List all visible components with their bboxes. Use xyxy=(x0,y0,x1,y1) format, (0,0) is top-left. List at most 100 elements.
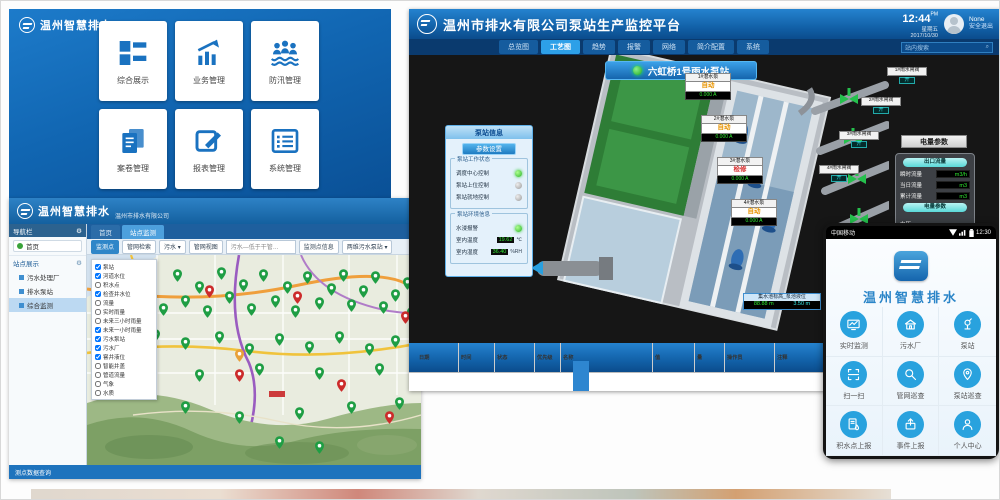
layer-row[interactable]: 未来三小时雨量 xyxy=(95,316,153,325)
layer-checkbox[interactable] xyxy=(95,300,101,306)
app-item-waterlogging-report[interactable]: 积水点上报 xyxy=(826,406,883,456)
layer-checkbox[interactable] xyxy=(95,372,101,378)
tile-label: 系统管理 xyxy=(269,163,301,174)
layer-checkbox[interactable] xyxy=(95,264,101,270)
layer-row[interactable]: 河道水位 xyxy=(95,271,153,280)
type-select[interactable]: 污水 ▾ xyxy=(159,240,186,254)
app-item-realtime-monitor[interactable]: 实时监测 xyxy=(826,307,883,357)
network-view-button[interactable]: 管网视图 xyxy=(189,240,223,254)
layer-row[interactable]: 流量 xyxy=(95,298,153,307)
scada-search-input[interactable]: 站内搜索 ⌕ xyxy=(901,42,993,53)
pump-chip-3[interactable]: 3#潜水泵 检修 0.000 A xyxy=(717,157,763,184)
valve-chip-4[interactable]: 4#雨水闸阀 开 xyxy=(819,165,859,182)
tile-label: 业务管理 xyxy=(193,75,225,86)
layer-checkbox[interactable] xyxy=(95,282,101,288)
monitor-info-button[interactable]: 监测点信息 xyxy=(299,240,339,254)
group-title: 泵站工作状态 xyxy=(455,155,492,163)
layer-row[interactable]: 积水点 xyxy=(95,280,153,289)
app-item-scan[interactable]: 扫一扫 xyxy=(826,357,883,407)
nav-tab-alarm[interactable]: 报警 xyxy=(618,40,650,54)
power-parameters-button[interactable]: 电量参数 xyxy=(901,135,967,148)
gear-icon[interactable]: ⚙ xyxy=(76,227,82,235)
layer-row[interactable]: 管道流量 xyxy=(95,370,153,379)
valve-chip-3[interactable]: 3#雨水闸阀 开 xyxy=(839,131,879,148)
condition-search-field[interactable]: 污水—低于干管… xyxy=(226,240,296,254)
layer-row[interactable]: 水质 xyxy=(95,388,153,397)
pump-chip-4[interactable]: 4#潜水泵 自动 0.000 A xyxy=(731,199,777,226)
tile-flood-management[interactable]: 防汛管理 xyxy=(251,21,319,101)
carrier-label: 中国移动 xyxy=(831,228,855,237)
station-title-pill[interactable]: 六虹桥1号雨水泵站 xyxy=(605,61,757,80)
layer-row[interactable]: 实时雨量 xyxy=(95,307,153,316)
nav-tab-overview[interactable]: 总览图 xyxy=(499,40,538,54)
layer-checkbox[interactable] xyxy=(95,309,101,315)
table-scrollbar-thumb[interactable] xyxy=(573,361,589,391)
monitor-points-button[interactable]: 监测点 xyxy=(91,240,119,254)
sidebar-item-home[interactable]: 首页 xyxy=(13,240,82,252)
gear-icon[interactable]: ⚙ xyxy=(76,259,82,267)
layer-row[interactable]: 泵站 xyxy=(95,262,153,271)
app-item-personal-center[interactable]: 个人中心 xyxy=(939,406,996,456)
tree-item-pump-station[interactable]: 排水泵站 xyxy=(9,284,86,298)
valve-chip-1[interactable]: 1#雨水闸阀 开 xyxy=(887,67,927,84)
network-search-button[interactable]: 管网检索 xyxy=(122,240,156,254)
map-area[interactable]: 泵站 河道水位 积水点 检查井水位 流量 实时雨量 未来三小时雨量 未来一小时雨… xyxy=(87,255,421,465)
tile-business-management[interactable]: 业务管理 xyxy=(175,21,243,101)
tile-archive-management[interactable]: 案卷管理 xyxy=(99,109,167,189)
chart-arrow-icon xyxy=(193,37,225,69)
layer-checkbox[interactable] xyxy=(95,336,101,342)
pump-chip-2[interactable]: 2#潜水泵 自动 0.000 A xyxy=(701,115,747,142)
layer-row[interactable]: 污水厂 xyxy=(95,343,153,352)
nav-tab-network[interactable]: 网络 xyxy=(653,40,685,54)
layer-row[interactable]: 气象 xyxy=(95,379,153,388)
layer-checkbox[interactable] xyxy=(95,327,101,333)
nav-tab-system[interactable]: 系统 xyxy=(737,40,769,54)
layer-row[interactable]: 检查井水位 xyxy=(95,289,153,298)
layer-row[interactable]: 未来一小时雨量 xyxy=(95,325,153,334)
pump-chip-1[interactable]: 1#潜水泵 自动 0.000 A xyxy=(685,73,731,100)
app-item-sewage-plant[interactable]: 污水厂 xyxy=(883,307,940,357)
pump-current: 0.000 A xyxy=(685,92,731,100)
layer-label: 未来三小时雨量 xyxy=(103,317,142,325)
station-select[interactable]: 两维污水泵站 ▾ xyxy=(342,240,393,254)
tree-item-label: 综合监测 xyxy=(27,300,53,310)
layer-checkbox[interactable] xyxy=(95,291,101,297)
layer-checkbox[interactable] xyxy=(95,345,101,351)
app-item-label: 实时监测 xyxy=(840,341,868,351)
layer-label: 水质 xyxy=(103,389,114,397)
app-item-pipeline-inspection[interactable]: 管网巡查 xyxy=(883,357,940,407)
logout-link[interactable]: 安全退出 xyxy=(969,24,993,32)
app-item-event-report[interactable]: 事件上报 xyxy=(883,406,940,456)
tab-station-monitoring[interactable]: 站点监测 xyxy=(122,225,164,239)
layer-checkbox[interactable] xyxy=(95,354,101,360)
tab-home[interactable]: 首页 xyxy=(91,225,120,239)
app-item-pump-station[interactable]: 泵站 xyxy=(939,307,996,357)
nav-tab-process[interactable]: 工艺图 xyxy=(541,40,580,54)
app-item-station-inspection[interactable]: 泵站巡查 xyxy=(939,357,996,407)
pump-mode: 自动 xyxy=(685,82,731,92)
avatar[interactable] xyxy=(944,14,964,34)
tile-system-management[interactable]: 系统管理 xyxy=(251,109,319,189)
parameter-settings-button[interactable]: 参数设置 xyxy=(462,143,516,155)
photo-edge-strip xyxy=(31,489,891,500)
layer-checkbox[interactable] xyxy=(95,318,101,324)
layer-checkbox[interactable] xyxy=(95,363,101,369)
layer-checkbox[interactable] xyxy=(95,381,101,387)
nav-tab-profile-config[interactable]: 简介配置 xyxy=(688,40,734,54)
layer-row[interactable]: 智能井盖 xyxy=(95,361,153,370)
nav-tab-trend[interactable]: 趋势 xyxy=(583,40,615,54)
layer-row[interactable]: 窨井液位 xyxy=(95,352,153,361)
layer-row[interactable]: 污水泵站 xyxy=(95,334,153,343)
tile-comprehensive-display[interactable]: 综合展示 xyxy=(99,21,167,101)
valve-chip-2[interactable]: 2#雨水闸阀 开 xyxy=(861,97,901,114)
tree-item-integrated-monitoring[interactable]: 综合监测 xyxy=(9,298,86,312)
layer-checkbox[interactable] xyxy=(95,390,101,396)
tree-item-label: 排水泵站 xyxy=(27,286,53,296)
user-box: None 安全退出 xyxy=(969,16,993,32)
tile-report-management[interactable]: 报表管理 xyxy=(175,109,243,189)
layer-checkbox[interactable] xyxy=(95,273,101,279)
tile-label: 报表管理 xyxy=(193,163,225,174)
indicator-lamp xyxy=(515,194,522,201)
tree-root-stations[interactable]: 站点展示 ⚙ xyxy=(9,255,86,270)
tree-item-sewage-plant[interactable]: 污水处理厂 xyxy=(9,270,86,284)
